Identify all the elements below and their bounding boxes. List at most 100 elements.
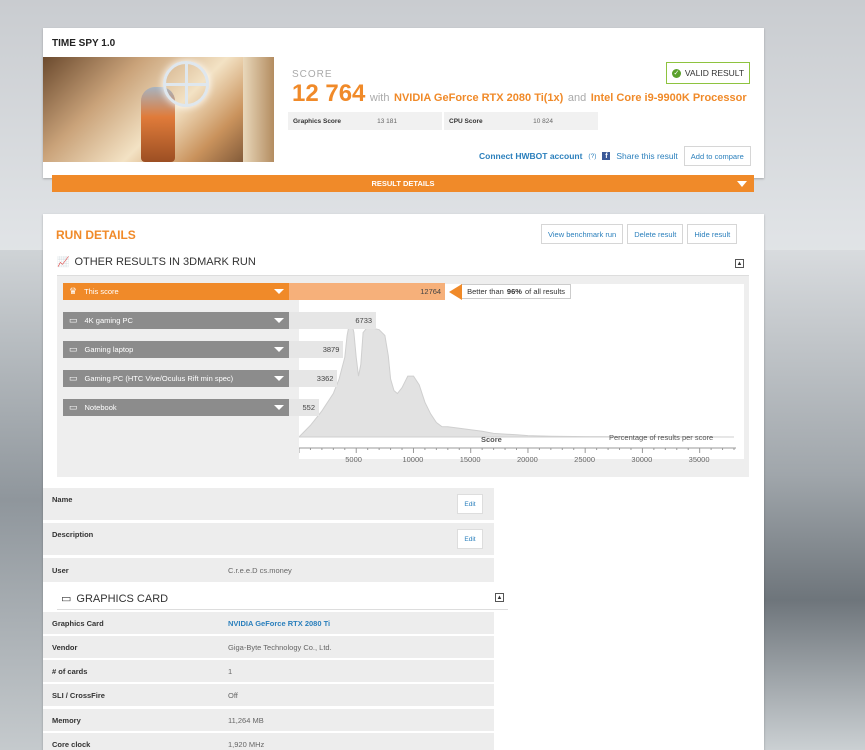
connect-hwbot-link[interactable]: Connect HWBOT account [479,151,582,161]
graphics-card-row-value: 11,264 MB [228,715,264,725]
benchmark-hero-image [43,57,274,162]
cpu-score-value: 10 824 [533,117,553,125]
reference-name: Gaming PC (HTC Vive/Oculus Rift min spec… [84,374,234,383]
description-label: Description [52,530,94,539]
header-actions: Connect HWBOT account (?) f Share this r… [479,146,751,166]
x-tick-label: 10000 [402,455,424,464]
share-result-link[interactable]: Share this result [616,151,677,161]
run-details-title: RUN DETAILS [56,228,136,242]
graphics-score-label: Graphics Score [293,117,342,125]
name-label: Name [52,495,73,504]
trophy-icon: ♛ [69,286,78,296]
result-header-card: TIME SPY 1.0 SCORE 12 764 with NVIDIA Ge… [43,28,764,178]
laptop-icon: ▭ [69,344,78,354]
x-tick-label: 20000 [516,455,538,464]
graphics-card-row-value: 1,920 MHz [228,739,265,749]
x-tick-label: 15000 [459,455,481,464]
reference-value: 3879 [322,345,340,354]
collapse-other-results-button[interactable]: ▲ [735,259,744,268]
chevron-down-icon [274,347,284,352]
graphics-card-row-value: 1 [228,666,233,676]
delete-result-button[interactable]: Delete result [627,224,684,244]
chevron-down-icon [274,289,284,294]
result-details-toggle[interactable]: RESULT DETAILS [52,175,754,192]
reference-selector[interactable]: ▭ 4K gaming PC [63,312,290,329]
reference-value-bar: 3362 [289,370,338,387]
edit-name-button[interactable]: Edit [457,494,483,514]
laptop-icon: ▭ [69,402,78,412]
name-row: Name Edit [43,488,494,520]
better-than-prefix: Better than [467,287,504,296]
better-than-percent: 96% [506,287,522,296]
other-results-title: OTHER RESULTS IN 3DMARK RUN [74,256,256,268]
reference-value: 3362 [316,374,334,383]
hwbot-help-icon[interactable]: (?) [588,153,596,160]
hide-result-button[interactable]: Hide result [687,224,738,244]
reference-value: 552 [302,403,315,412]
cpu-score-box: CPU Score 10 824 [444,112,598,130]
x-axis-label: Score [481,435,502,444]
graphics-card-row-label: Graphics Card [52,618,104,628]
with-text: with [369,92,390,104]
monitor-icon: ▭ [61,593,72,605]
view-benchmark-run-button[interactable]: View benchmark run [541,224,624,244]
reference-value-bar: 12764 [289,283,446,300]
graphics-score-value: 13 181 [377,117,397,125]
reference-selector[interactable]: ♛ This score [63,283,290,300]
valid-result-badge: ✓ VALID RESULT [666,62,750,84]
x-tick-label: 35000 [688,455,710,464]
result-details-label: RESULT DETAILS [371,179,435,188]
graphics-card-row-value: Off [228,690,238,700]
reference-value: 6733 [355,316,373,325]
sub-scores: Graphics Score 13 181 CPU Score 10 824 [288,112,598,130]
add-to-compare-button[interactable]: Add to compare [683,146,751,166]
graphics-card-row: Vendor Giga-Byte Technology Co., Ltd. [43,636,494,658]
user-label: User [52,565,69,575]
score-distribution-chart: Score Percentage of results per score 50… [57,276,749,477]
score-label: SCORE [292,69,333,80]
graphics-score-box: Graphics Score 13 181 [288,112,442,130]
chevron-down-icon [274,318,284,323]
reference-value-bar: 6733 [289,312,377,329]
description-row: Description Edit [43,523,494,555]
edit-description-button[interactable]: Edit [457,529,483,549]
background-rocks-right [762,250,865,750]
graphics-card-row-label: # of cards [52,666,88,676]
graphics-card-row: SLI / CrossFire Off [43,684,494,706]
y-axis-label: Percentage of results per score [609,433,714,442]
graphics-card-row-label: Core clock [52,739,91,749]
distribution-curve [299,317,735,438]
facebook-icon[interactable]: f [602,152,611,160]
graphics-card-row-label: Memory [52,715,81,725]
overall-score: 12 764 [292,80,366,107]
reference-value-bar: 552 [289,399,319,416]
valid-result-label: VALID RESULT [684,68,745,78]
graphics-card-row-label: SLI / CrossFire [52,690,105,700]
graphics-card-row-value[interactable]: NVIDIA GeForce RTX 2080 Ti [228,619,330,628]
graphics-card-row: Graphics Card NVIDIA GeForce RTX 2080 Ti [43,612,494,634]
x-tick-label: 25000 [574,455,596,464]
x-tick-label: 30000 [631,455,653,464]
graphics-card-header: ▭ GRAPHICS CARD [57,588,508,610]
chevron-down-icon [274,405,284,410]
benchmark-title: TIME SPY 1.0 [52,38,116,49]
gpu-name: NVIDIA GeForce RTX 2080 Ti(1x) [394,92,564,104]
monitor-icon: ▭ [69,315,78,325]
graphics-card-row: Memory 11,264 MB [43,709,494,731]
plot-area: Score Percentage of results per score 50… [299,284,744,464]
reference-selector[interactable]: ▭ Gaming PC (HTC Vive/Oculus Rift min spe… [63,370,290,387]
chevron-down-icon [737,181,747,187]
background-rocks-left [0,250,48,750]
reference-selector[interactable]: ▭ Notebook [63,399,290,416]
graphics-card-title: GRAPHICS CARD [76,592,169,605]
reference-value-bar: 3879 [289,341,344,358]
check-icon: ✓ [671,68,681,78]
graphics-card-row: # of cards 1 [43,660,494,682]
graphics-card-row: Core clock 1,920 MHz [43,733,494,750]
chevron-down-icon [274,376,284,381]
reference-selector[interactable]: ▭ Gaming laptop [63,341,290,358]
collapse-graphics-card-button[interactable]: ▲ [495,593,504,602]
better-than-callout: Better than 96% of all results [449,284,572,300]
cpu-name: Intel Core i9-9900K Processor [590,92,747,104]
x-tick-label: 5000 [345,455,362,464]
